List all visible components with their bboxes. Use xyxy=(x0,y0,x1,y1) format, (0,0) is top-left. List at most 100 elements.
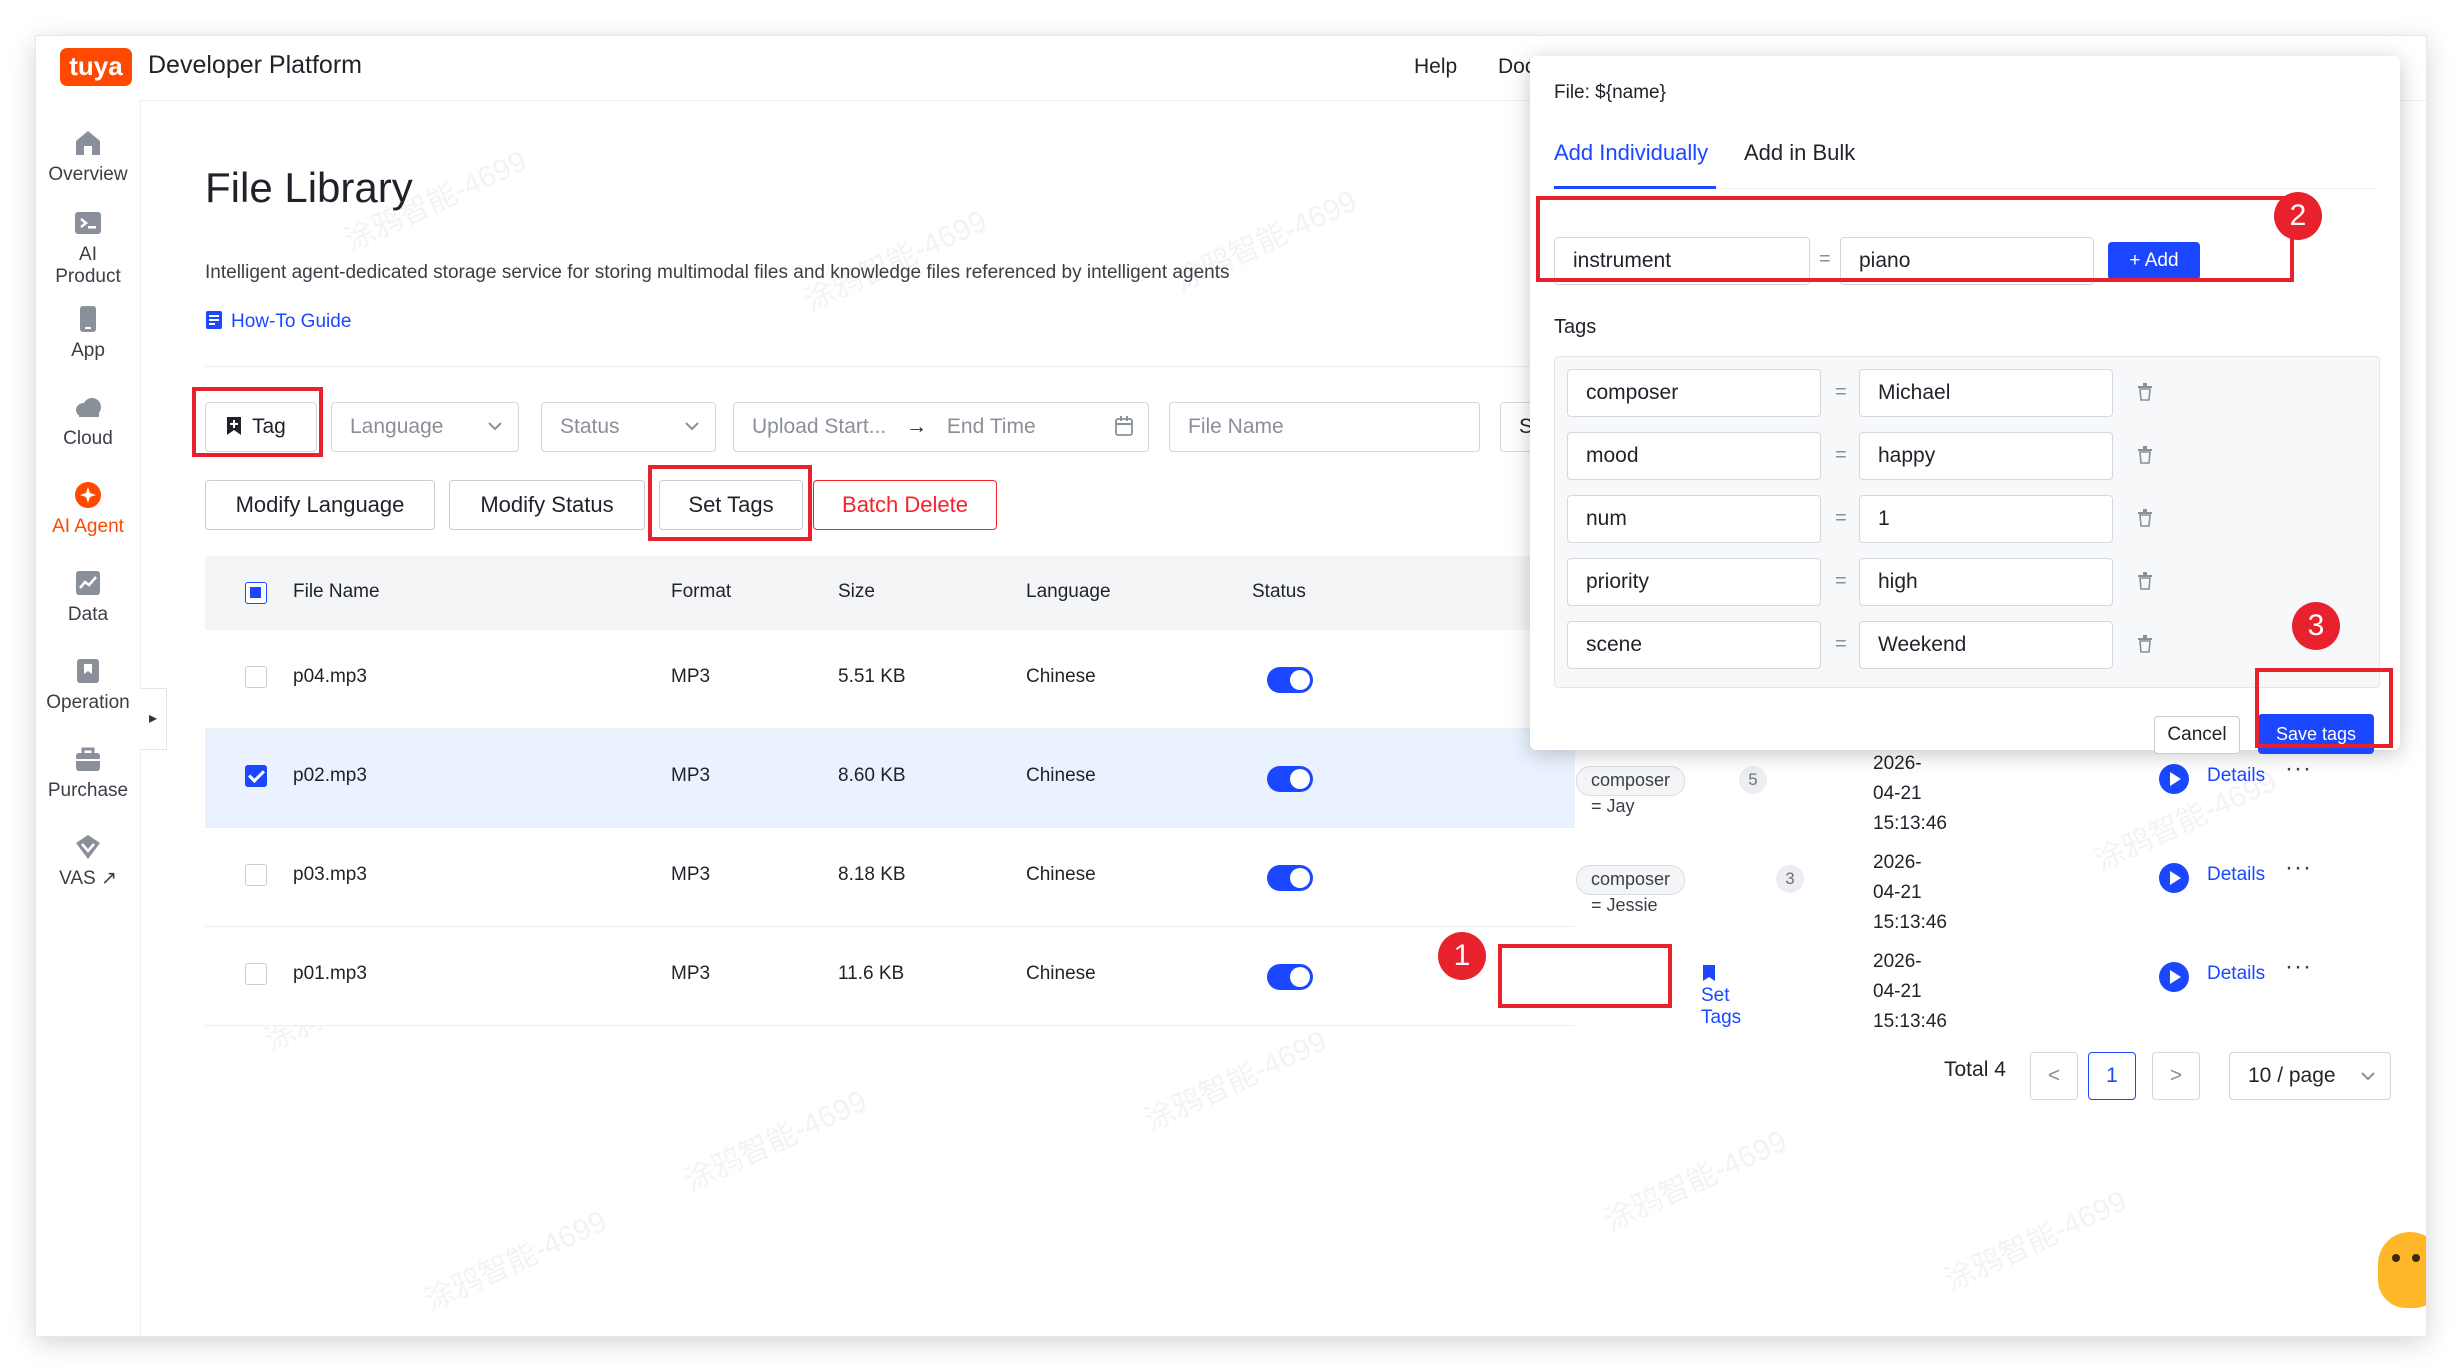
status-toggle[interactable] xyxy=(1267,766,1313,792)
play-icon[interactable] xyxy=(2159,962,2189,992)
help-link[interactable]: Help xyxy=(1414,55,1457,79)
tag-count-badge[interactable]: 3 xyxy=(1776,865,1804,893)
sidebar-item-ai-agent[interactable]: AI Agent xyxy=(36,480,140,538)
header-divider xyxy=(205,366,1575,367)
tags-section-label: Tags xyxy=(1554,316,1597,338)
tag-key-input[interactable]: composer xyxy=(1567,369,1821,417)
language-select-placeholder: Language xyxy=(350,415,444,438)
language-cell: Chinese xyxy=(1026,666,1096,687)
annotation-marker-2: 2 xyxy=(2274,192,2322,240)
status-toggle[interactable] xyxy=(1267,964,1313,990)
tag-key-input[interactable]: num xyxy=(1567,495,1821,543)
how-to-guide-label: How-To Guide xyxy=(231,311,352,332)
sidebar-item-data[interactable]: Data xyxy=(36,568,140,626)
tab-add-individually[interactable]: Add Individually xyxy=(1554,140,1708,166)
tag-value-input[interactable]: happy xyxy=(1859,432,2113,480)
play-icon[interactable] xyxy=(2159,863,2189,893)
end-time-placeholder: End Time xyxy=(946,415,1036,438)
tag-key-input[interactable]: mood xyxy=(1567,432,1821,480)
cart-icon xyxy=(76,747,100,771)
language-select[interactable]: Language xyxy=(331,402,519,452)
sidebar-item-label: Purchase xyxy=(47,780,129,801)
mobile-icon xyxy=(80,306,96,332)
column-header-status[interactable]: Status xyxy=(1252,581,1306,603)
annotation-highlight-tag-filter xyxy=(192,387,323,457)
sidebar-item-overview[interactable]: Overview xyxy=(36,128,140,186)
tag-value-input[interactable]: Weekend xyxy=(1859,621,2113,669)
row-checkbox[interactable] xyxy=(245,864,267,886)
details-link[interactable]: Details xyxy=(2207,963,2265,985)
more-actions-icon[interactable]: ··· xyxy=(2285,953,2312,981)
tag-key-input[interactable]: priority xyxy=(1567,558,1821,606)
pagination-prev-button[interactable]: < xyxy=(2030,1052,2078,1100)
assistant-mascot-icon[interactable] xyxy=(2378,1232,2426,1308)
modify-language-button[interactable]: Modify Language xyxy=(205,480,435,530)
play-icon[interactable] xyxy=(2159,764,2189,794)
tab-add-in-bulk[interactable]: Add in Bulk xyxy=(1744,140,1855,166)
size-cell: 5.51 KB xyxy=(838,666,906,687)
modify-status-button[interactable]: Modify Status xyxy=(449,480,645,530)
equals-sign: = xyxy=(1835,444,1847,466)
status-toggle[interactable] xyxy=(1267,865,1313,891)
vas-icon xyxy=(76,835,100,859)
more-actions-icon[interactable]: ··· xyxy=(2285,854,2312,882)
table-row[interactable]: p02.mp3 MP3 8.60 KB Chinese composer = J… xyxy=(205,729,2311,834)
row-checkbox[interactable] xyxy=(245,963,267,985)
sidebar-item-vas[interactable]: VAS ↗ xyxy=(36,832,140,890)
delete-tag-icon[interactable] xyxy=(2137,572,2153,590)
delete-tag-icon[interactable] xyxy=(2137,509,2153,527)
language-cell: Chinese xyxy=(1026,765,1096,786)
batch-delete-button[interactable]: Batch Delete xyxy=(813,480,997,530)
sidebar-item-operation[interactable]: Operation xyxy=(36,656,140,714)
tags-list: composer = Michael mood = happy num = 1 … xyxy=(1554,356,2380,688)
column-header-size[interactable]: Size xyxy=(838,581,875,603)
equals-sign: = xyxy=(1835,507,1847,529)
sidebar-item-app[interactable]: App xyxy=(36,304,140,362)
tag-value-input[interactable]: high xyxy=(1859,558,2113,606)
how-to-guide-link[interactable]: How-To Guide xyxy=(205,310,351,333)
column-header-language[interactable]: Language xyxy=(1026,581,1111,603)
column-header-file-name[interactable]: File Name xyxy=(293,581,380,603)
tuya-logo[interactable]: tuya xyxy=(60,48,132,86)
delete-tag-icon[interactable] xyxy=(2137,383,2153,401)
annotation-highlight-add-tag-row xyxy=(1536,196,2294,282)
row-checkbox[interactable] xyxy=(245,666,267,688)
upload-date-range-picker[interactable]: Upload Start... → End Time xyxy=(733,402,1149,452)
upload-start-placeholder: Upload Start... xyxy=(752,415,887,438)
table-row[interactable]: p03.mp3 MP3 8.18 KB Chinese composer = J… xyxy=(205,828,2311,933)
tag-value-input[interactable]: 1 xyxy=(1859,495,2113,543)
equals-sign: = xyxy=(1835,633,1847,655)
tag-count-badge[interactable]: 5 xyxy=(1739,766,1767,794)
sidebar-item-cloud[interactable]: Cloud xyxy=(36,392,140,450)
upload-date: 2026-04-21 xyxy=(1873,753,1922,804)
file-name-search-input[interactable]: File Name xyxy=(1169,402,1480,452)
table-row[interactable]: p01.mp3 MP3 11.6 KB Chinese Set Tags 202… xyxy=(205,927,2311,1032)
delete-tag-icon[interactable] xyxy=(2137,446,2153,464)
status-select[interactable]: Status xyxy=(541,402,716,452)
table-row[interactable]: p04.mp3 MP3 5.51 KB Chinese xyxy=(205,630,1575,729)
tag-key-input[interactable]: scene xyxy=(1567,621,1821,669)
sidebar-item-ai-product[interactable]: AI Product xyxy=(36,208,140,288)
pagination-next-button[interactable]: > xyxy=(2152,1052,2200,1100)
details-link[interactable]: Details xyxy=(2207,864,2265,886)
page-size-value: 10 / page xyxy=(2248,1064,2336,1087)
watermark: 涂鸦智能-4699 xyxy=(1939,1184,2132,1298)
row-checkbox[interactable] xyxy=(245,765,267,787)
delete-tag-icon[interactable] xyxy=(2137,635,2153,653)
watermark: 涂鸦智能-4699 xyxy=(1139,1024,1332,1138)
status-toggle[interactable] xyxy=(1267,667,1313,693)
sidebar-item-purchase[interactable]: Purchase xyxy=(36,744,140,802)
column-header-format[interactable]: Format xyxy=(671,581,731,603)
sidebar-collapse-button[interactable]: ▸ xyxy=(140,688,167,750)
cancel-button[interactable]: Cancel xyxy=(2154,716,2240,754)
select-all-checkbox[interactable] xyxy=(245,582,267,604)
page-size-select[interactable]: 10 / page xyxy=(2229,1052,2391,1100)
sidebar-item-label: VAS ↗ xyxy=(59,868,117,889)
details-link[interactable]: Details xyxy=(2207,765,2265,787)
row-set-tags-link[interactable]: Set Tags xyxy=(1701,963,1741,1029)
bookmark-icon xyxy=(1703,965,1715,981)
size-cell: 11.6 KB xyxy=(838,963,905,984)
pagination-page-1[interactable]: 1 xyxy=(2088,1052,2136,1100)
more-actions-icon[interactable]: ··· xyxy=(2285,755,2312,783)
tag-value-input[interactable]: Michael xyxy=(1859,369,2113,417)
